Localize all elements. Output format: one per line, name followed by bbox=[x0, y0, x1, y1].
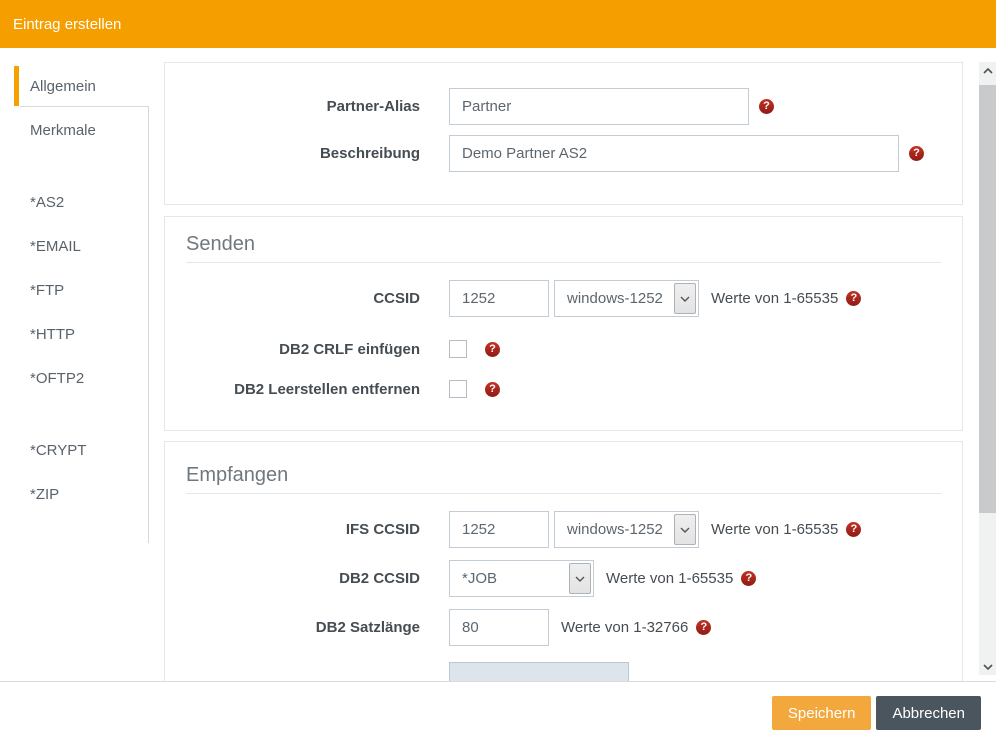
leerstellen-checkbox[interactable] bbox=[449, 380, 467, 398]
save-button[interactable]: Speichern bbox=[772, 696, 872, 730]
empfangen-section-title: Empfangen bbox=[186, 464, 288, 487]
beschreibung-label: Beschreibung bbox=[165, 145, 449, 162]
sidebar-item-allgemein[interactable]: Allgemein bbox=[0, 77, 148, 97]
empfangen-section-card: Empfangen IFS CCSID windows-1252 Werte v… bbox=[164, 441, 963, 681]
clipped-next-field[interactable] bbox=[449, 662, 629, 681]
ifs-ccsid-select[interactable]: windows-1252 bbox=[554, 511, 699, 548]
sidebar-item-merkmale[interactable]: Merkmale bbox=[0, 121, 148, 141]
db2-ccsid-hint: Werte von 1-65535 bbox=[606, 570, 733, 587]
ccsid-label: CCSID bbox=[165, 290, 449, 307]
leerstellen-label: DB2 Leerstellen entfernen bbox=[165, 381, 449, 398]
help-icon[interactable]: ? bbox=[846, 291, 861, 306]
db2-ccsid-select-value: *JOB bbox=[450, 570, 569, 587]
ifs-ccsid-input[interactable] bbox=[449, 511, 549, 548]
dialog-footer: Speichern Abbrechen bbox=[0, 681, 996, 744]
scrollbar-thumb[interactable] bbox=[979, 85, 996, 513]
create-entry-dialog: Eintrag erstellen Allgemein Merkmale *AS… bbox=[0, 0, 996, 744]
ifs-ccsid-label: IFS CCSID bbox=[165, 521, 449, 538]
beschreibung-input[interactable] bbox=[449, 135, 899, 172]
dialog-title: Eintrag erstellen bbox=[0, 16, 121, 33]
help-icon[interactable]: ? bbox=[741, 571, 756, 586]
db2-satzlaenge-input[interactable] bbox=[449, 609, 549, 646]
help-icon[interactable]: ? bbox=[485, 382, 500, 397]
scroll-up-icon[interactable] bbox=[979, 62, 996, 79]
ifs-ccsid-select-value: windows-1252 bbox=[555, 521, 674, 538]
ccsid-select[interactable]: windows-1252 bbox=[554, 280, 699, 317]
sidebar-item-oftp2[interactable]: *OFTP2 bbox=[0, 369, 148, 389]
help-icon[interactable]: ? bbox=[485, 342, 500, 357]
section-divider bbox=[186, 493, 941, 494]
partner-alias-input[interactable] bbox=[449, 88, 749, 125]
crlf-label: DB2 CRLF einfügen bbox=[165, 341, 449, 358]
chevron-down-icon bbox=[674, 283, 696, 314]
db2-satzlaenge-label: DB2 Satzlänge bbox=[165, 619, 449, 636]
db2-ccsid-select[interactable]: *JOB bbox=[449, 560, 594, 597]
scroll-down-icon[interactable] bbox=[979, 658, 996, 675]
sidebar-item-ftp[interactable]: *FTP bbox=[0, 281, 148, 301]
ccsid-select-value: windows-1252 bbox=[555, 290, 674, 307]
section-divider bbox=[186, 262, 941, 263]
crlf-checkbox[interactable] bbox=[449, 340, 467, 358]
general-section-card: Partner-Alias ? Beschreibung ? bbox=[164, 62, 963, 205]
vertical-scrollbar[interactable] bbox=[979, 62, 996, 675]
dialog-header: Eintrag erstellen bbox=[0, 0, 996, 48]
sidebar-divider bbox=[148, 107, 149, 543]
sidebar-item-crypt[interactable]: *CRYPT bbox=[0, 441, 148, 461]
sidebar-item-email[interactable]: *EMAIL bbox=[0, 237, 148, 257]
ifs-ccsid-hint: Werte von 1-65535 bbox=[711, 521, 838, 538]
db2-satzlaenge-hint: Werte von 1-32766 bbox=[561, 619, 688, 636]
partner-alias-label: Partner-Alias bbox=[165, 98, 449, 115]
sidebar-item-as2[interactable]: *AS2 bbox=[0, 193, 148, 213]
chevron-down-icon bbox=[674, 514, 696, 545]
help-icon[interactable]: ? bbox=[696, 620, 711, 635]
senden-section-card: Senden CCSID windows-1252 Werte von 1-65… bbox=[164, 216, 963, 431]
senden-section-title: Senden bbox=[186, 233, 255, 256]
ccsid-input[interactable] bbox=[449, 280, 549, 317]
help-icon[interactable]: ? bbox=[846, 522, 861, 537]
db2-ccsid-label: DB2 CCSID bbox=[165, 570, 449, 587]
chevron-down-icon bbox=[569, 563, 591, 594]
help-icon[interactable]: ? bbox=[759, 99, 774, 114]
sidebar-item-http[interactable]: *HTTP bbox=[0, 325, 148, 345]
ccsid-hint: Werte von 1-65535 bbox=[711, 290, 838, 307]
active-tab-underline bbox=[20, 106, 149, 107]
sidebar-item-zip[interactable]: *ZIP bbox=[0, 485, 148, 505]
help-icon[interactable]: ? bbox=[909, 146, 924, 161]
cancel-button[interactable]: Abbrechen bbox=[876, 696, 981, 730]
